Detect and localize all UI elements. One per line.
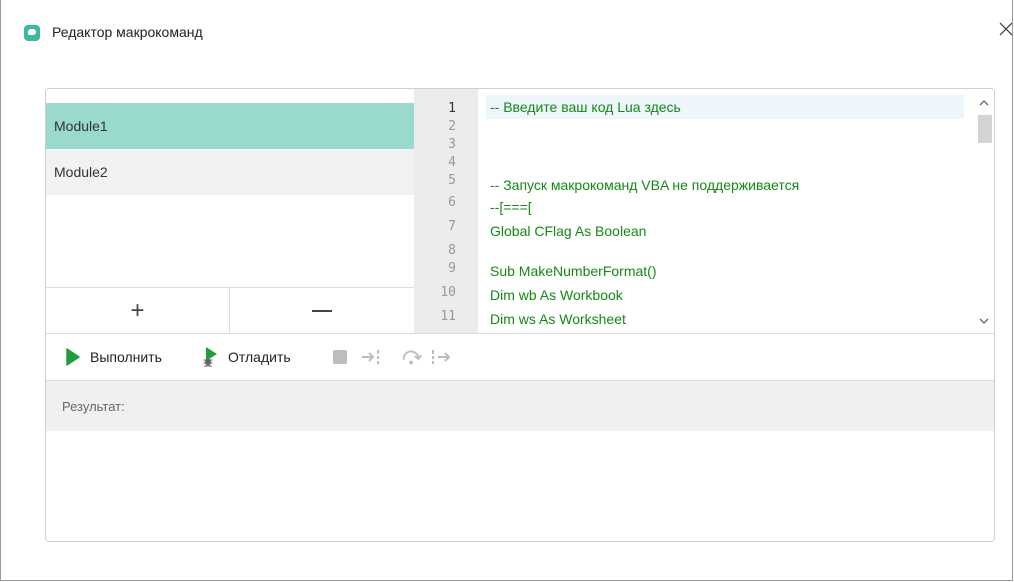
line-number: 7	[448, 219, 456, 234]
close-icon	[999, 22, 1013, 36]
step-over-button[interactable]	[401, 346, 423, 368]
line-number: 10	[440, 285, 456, 300]
add-module-button[interactable]: +	[46, 288, 230, 333]
line-number: 6	[448, 195, 456, 210]
module-item-module2[interactable]: Module2	[46, 149, 414, 195]
code-line: -- Введите ваш код Lua здесь	[490, 99, 681, 115]
line-number: 11	[440, 309, 456, 324]
scroll-down-arrow-icon[interactable]	[972, 311, 994, 331]
step-out-icon	[432, 350, 451, 364]
app-logo-icon	[24, 25, 40, 41]
step-out-button[interactable]	[431, 346, 453, 368]
debug-button[interactable]: Отладить	[202, 334, 314, 380]
scroll-up-arrow-icon[interactable]	[972, 93, 994, 113]
macro-editor-window: Редактор макрокоманд Module1 Module2 + 1…	[0, 0, 1013, 581]
code-line: Global CFlag As Boolean	[490, 223, 647, 239]
module-list: Module1 Module2 +	[46, 89, 414, 333]
line-number: 8	[448, 243, 456, 258]
run-button[interactable]: Выполнить	[66, 334, 188, 380]
code-editor[interactable]: 1 2 3 4 5 6 7 8 9 10 11 -- Введите ваш к…	[414, 89, 994, 333]
window-title: Редактор макрокоманд	[52, 24, 203, 40]
line-number: 1	[448, 101, 456, 116]
minus-icon	[312, 309, 332, 312]
step-into-icon	[362, 350, 379, 364]
result-header: Результат:	[46, 381, 994, 431]
scrollbar-thumb[interactable]	[978, 115, 992, 143]
code-line: --[===[	[490, 199, 532, 215]
stop-button[interactable]	[329, 346, 351, 368]
debug-button-label: Отладить	[228, 349, 291, 365]
line-number: 4	[448, 155, 456, 170]
module-item-module1[interactable]: Module1	[46, 103, 414, 149]
line-number: 2	[448, 119, 456, 134]
code-text-area[interactable]: -- Введите ваш код Lua здесь -- Запуск м…	[478, 89, 972, 333]
result-label: Результат:	[62, 399, 125, 414]
line-number: 3	[448, 137, 456, 152]
code-line: Dim wb As Workbook	[490, 287, 623, 303]
remove-module-button[interactable]	[230, 288, 414, 333]
code-line: -- Запуск макрокоманд VBA не поддерживае…	[490, 177, 800, 193]
step-over-icon	[402, 350, 422, 365]
line-number: 9	[448, 261, 456, 276]
line-number-gutter: 1 2 3 4 5 6 7 8 9 10 11	[414, 89, 478, 333]
code-line: Sub MakeNumberFormat()	[490, 263, 657, 279]
close-button[interactable]	[997, 20, 1014, 40]
run-button-label: Выполнить	[90, 349, 162, 365]
debug-toolbar: Выполнить Отладить	[46, 333, 994, 381]
debug-bug-icon	[203, 347, 217, 367]
title-bar: Редактор макрокоманд	[1, 0, 1014, 64]
module-list-buttons: +	[46, 287, 414, 333]
editor-panel: Module1 Module2 + 1 2 3 4 5 6 7 8 9 10 1…	[45, 88, 995, 542]
stop-icon	[333, 350, 347, 364]
code-line: Dim ws As Worksheet	[490, 311, 626, 327]
step-into-button[interactable]	[361, 346, 383, 368]
play-icon	[66, 348, 80, 366]
line-number: 5	[448, 173, 456, 188]
result-output	[46, 431, 994, 541]
vertical-scrollbar[interactable]	[972, 89, 994, 333]
